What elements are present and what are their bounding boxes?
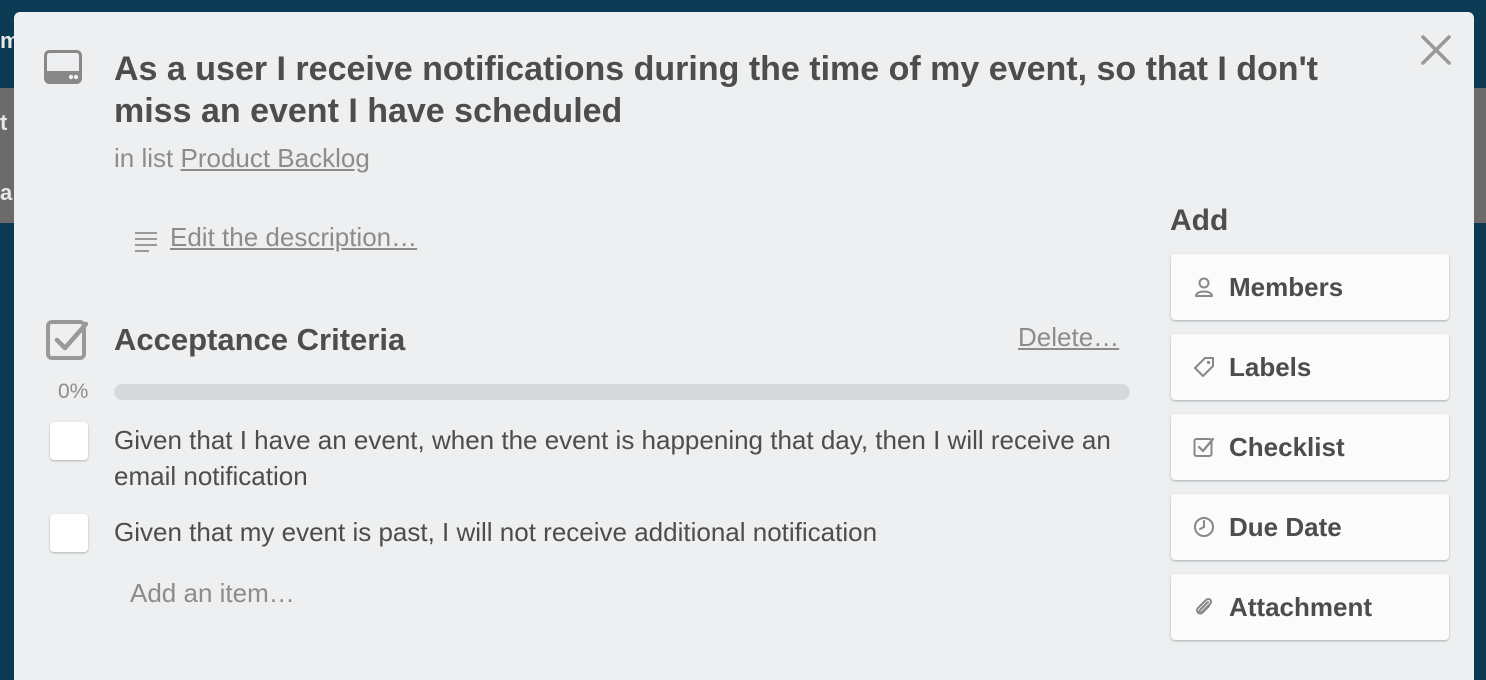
background-text: t bbox=[0, 110, 8, 135]
checklist-icon bbox=[46, 318, 90, 362]
description-icon bbox=[134, 230, 160, 252]
checkbox-icon bbox=[1193, 436, 1215, 458]
card-detail-modal: As a user I receive notifications during… bbox=[14, 12, 1474, 680]
in-list-prefix: in list bbox=[114, 143, 174, 173]
tag-icon bbox=[1193, 356, 1215, 378]
close-button[interactable] bbox=[1418, 34, 1454, 70]
progress-bar bbox=[114, 384, 1130, 400]
list-name-link[interactable]: Product Backlog bbox=[180, 143, 369, 173]
card-icon bbox=[44, 50, 82, 84]
members-button[interactable]: Members bbox=[1171, 254, 1449, 320]
background-text: a bbox=[0, 180, 13, 205]
checklist-label: Checklist bbox=[1229, 431, 1345, 462]
checklist-item-text[interactable]: Given that I have an event, when the eve… bbox=[114, 422, 1114, 494]
progress-percent: 0% bbox=[58, 380, 89, 403]
edit-description-link[interactable]: Edit the description… bbox=[170, 222, 417, 253]
close-icon bbox=[1420, 34, 1452, 71]
in-list-line: in list Product Backlog bbox=[114, 143, 370, 174]
paperclip-icon bbox=[1193, 596, 1215, 618]
attachment-label: Attachment bbox=[1229, 591, 1373, 622]
clock-icon bbox=[1193, 516, 1215, 538]
add-item-input[interactable]: Add an item… bbox=[130, 578, 295, 609]
person-icon bbox=[1193, 276, 1215, 298]
checklist-item-checkbox[interactable] bbox=[50, 514, 88, 552]
checklist-item-checkbox[interactable] bbox=[50, 422, 88, 460]
attachment-button[interactable]: Attachment bbox=[1171, 574, 1449, 640]
due-date-button[interactable]: Due Date bbox=[1171, 494, 1449, 560]
add-section-title: Add bbox=[1170, 204, 1229, 237]
delete-checklist-link[interactable]: Delete… bbox=[1018, 322, 1119, 353]
due-date-label: Due Date bbox=[1229, 511, 1342, 542]
labels-button[interactable]: Labels bbox=[1171, 334, 1449, 400]
card-title[interactable]: As a user I receive notifications during… bbox=[114, 48, 1334, 132]
checklist-item-text[interactable]: Given that my event is past, I will not … bbox=[114, 514, 1114, 550]
members-label: Members bbox=[1229, 271, 1344, 302]
labels-label: Labels bbox=[1229, 351, 1312, 382]
checklist-button[interactable]: Checklist bbox=[1171, 414, 1449, 480]
checklist-title[interactable]: Acceptance Criteria bbox=[114, 322, 405, 358]
